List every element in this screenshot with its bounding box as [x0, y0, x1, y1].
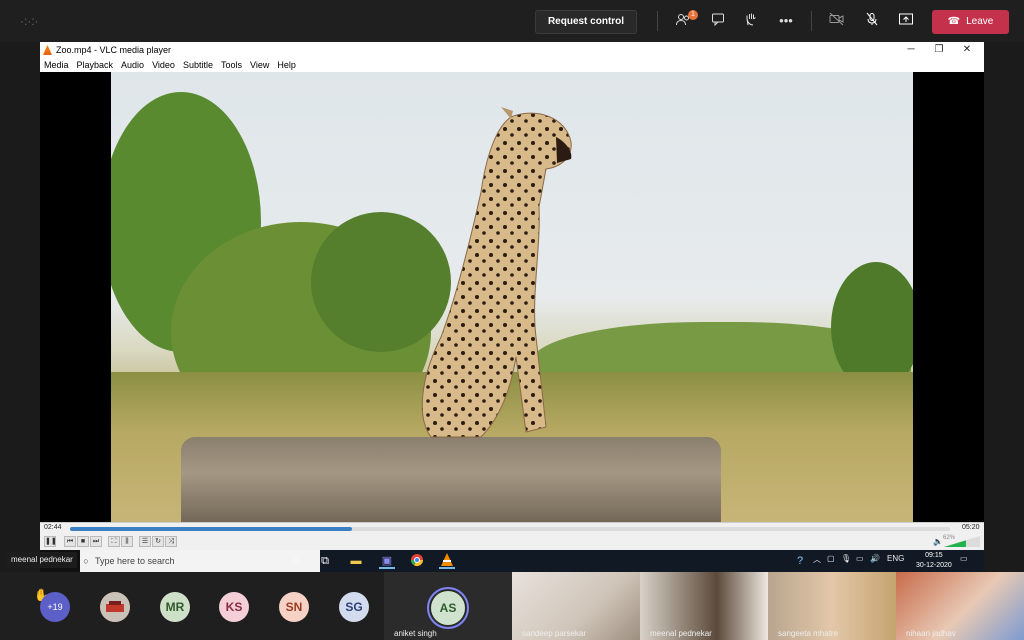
volume-percent: 62%: [943, 535, 956, 541]
active-speaker-avatar: AS: [431, 591, 465, 625]
vlc-window: Zoo.mp4 - VLC media player ─ ❐ ✕ Media P…: [40, 42, 984, 550]
video-tile-name: sandeep parsekar: [522, 629, 587, 638]
taskbar-search[interactable]: ○ Type here to search: [80, 550, 320, 572]
avatar-sn[interactable]: SN: [279, 592, 309, 622]
tray-app-icon[interactable]: ▢: [827, 554, 835, 563]
help-icon[interactable]: ?: [792, 553, 808, 569]
menu-media[interactable]: Media: [44, 58, 69, 72]
video-tile[interactable]: sangeeta mhatre: [768, 572, 896, 640]
volume-icon[interactable]: 🔊: [870, 554, 880, 563]
task-view-icon[interactable]: ⧉: [317, 553, 333, 569]
vlc-window-title: Zoo.mp4 - VLC media player: [56, 45, 172, 55]
menu-help[interactable]: Help: [277, 58, 296, 72]
mic-off-icon[interactable]: [863, 12, 881, 30]
raise-hand-icon[interactable]: [742, 12, 760, 30]
notifications-icon[interactable]: ▭: [960, 554, 968, 563]
clock-time: 09:15: [925, 552, 943, 559]
teams-icon[interactable]: ▣: [379, 553, 395, 569]
vlc-menubar: Media Playback Audio Video Subtitle Tool…: [40, 58, 984, 72]
speaker-icon[interactable]: 🔈: [933, 537, 943, 546]
video-tile-name: sangeeta mhatre: [778, 629, 839, 638]
video-tile[interactable]: nihaan jadhav: [896, 572, 1024, 640]
video-tile[interactable]: meenal pednekar: [640, 572, 768, 640]
loop-icon[interactable]: ↻: [152, 536, 164, 547]
battery-icon[interactable]: ▭: [856, 554, 864, 563]
search-placeholder: Type here to search: [95, 556, 175, 566]
playlist-icon[interactable]: ☰: [139, 536, 151, 547]
share-screen-icon[interactable]: [897, 12, 915, 30]
total-time: 05:20: [962, 524, 980, 531]
toolbar-divider: [657, 11, 658, 31]
next-icon[interactable]: ⏭: [90, 536, 102, 547]
pause-icon[interactable]: ❚❚: [44, 536, 57, 547]
chrome-icon[interactable]: [409, 553, 425, 569]
taskbar-clock[interactable]: 09:15 30-12-2020: [916, 551, 952, 571]
toolbar-divider: [811, 11, 812, 31]
vlc-controls: 02:44 05:20 ❚❚ ⏮ ■ ⏭ ⛶ ⫼ ☰ ↻ ⤨ 62% 🔈: [40, 522, 984, 550]
stop-icon[interactable]: ■: [77, 536, 89, 547]
fullscreen-icon[interactable]: ⛶: [108, 536, 120, 547]
extended-settings-icon[interactable]: ⫼: [121, 536, 133, 547]
video-tile-name: meenal pednekar: [650, 629, 712, 638]
video-tile-name: nihaan jadhav: [906, 629, 956, 638]
minimize-icon[interactable]: ─: [901, 42, 921, 58]
vlc-logo-icon: [43, 45, 52, 55]
show-hidden-icons-icon[interactable]: ︿: [813, 554, 821, 565]
meeting-toolbar: ·:·:· Request control 1 ••• ☎ Leave: [0, 0, 1024, 42]
menu-audio[interactable]: Audio: [121, 58, 144, 72]
file-explorer-icon[interactable]: ▬: [348, 553, 364, 569]
leave-label: Leave: [966, 16, 994, 27]
avatar-mr[interactable]: MR: [160, 592, 190, 622]
active-speaker-tile[interactable]: AS aniket singh: [384, 572, 512, 640]
menu-subtitle[interactable]: Subtitle: [183, 58, 213, 72]
seek-bar[interactable]: [70, 527, 950, 531]
camera-off-icon[interactable]: [828, 12, 846, 30]
close-icon[interactable]: ✕: [957, 42, 977, 58]
leave-button[interactable]: ☎ Leave: [932, 10, 1009, 34]
menu-view[interactable]: View: [250, 58, 269, 72]
menu-tools[interactable]: Tools: [221, 58, 242, 72]
cortana-icon[interactable]: ○: [288, 553, 304, 569]
drag-handle-icon[interactable]: ·:·:·: [20, 14, 39, 28]
hang-up-icon: ☎: [947, 16, 961, 27]
language-indicator[interactable]: ENG: [887, 554, 904, 563]
search-icon: ○: [83, 556, 89, 566]
active-speaker-name: aniket singh: [394, 629, 437, 638]
vlc-taskbar-icon[interactable]: [439, 553, 455, 569]
microphone-icon[interactable]: 🎙: [841, 554, 851, 563]
video-area[interactable]: [40, 72, 984, 522]
vlc-titlebar[interactable]: Zoo.mp4 - VLC media player ─ ❐ ✕: [40, 42, 984, 58]
shuffle-icon[interactable]: ⤨: [165, 536, 177, 547]
restore-icon[interactable]: ❐: [929, 42, 949, 58]
overflow-participants[interactable]: +19: [40, 592, 70, 622]
presenter-name-tag: meenal pednekar: [7, 552, 77, 568]
request-control-button[interactable]: Request control: [535, 10, 637, 34]
chat-icon[interactable]: [709, 12, 727, 30]
participant-photo-avatar[interactable]: [100, 592, 130, 622]
screen: ·:·:· Request control 1 ••• ☎ Leave Zoo.…: [0, 0, 1024, 640]
more-options-icon[interactable]: •••: [777, 12, 795, 30]
video-tile[interactable]: sandeep parsekar: [512, 572, 640, 640]
menu-video[interactable]: Video: [152, 58, 175, 72]
avatar-sg[interactable]: SG: [339, 592, 369, 622]
seek-progress: [70, 527, 352, 531]
elapsed-time: 02:44: [44, 524, 62, 531]
participant-strip: ✋ +19 MR KS SN SG AS aniket singh sandee…: [0, 572, 1024, 640]
windows-taskbar: ○ Type here to search ○ ⧉ ▬ ▣ ? ︿ ▢ 🎙 ▭ …: [40, 550, 984, 572]
clock-date: 30-12-2020: [916, 562, 952, 569]
video-frame-cheetah: [111, 72, 913, 522]
avatar-ks[interactable]: KS: [219, 592, 249, 622]
previous-icon[interactable]: ⏮: [64, 536, 76, 547]
cheetah-figure: [421, 107, 572, 438]
participants-badge: 1: [688, 10, 698, 20]
menu-playback[interactable]: Playback: [77, 58, 114, 72]
